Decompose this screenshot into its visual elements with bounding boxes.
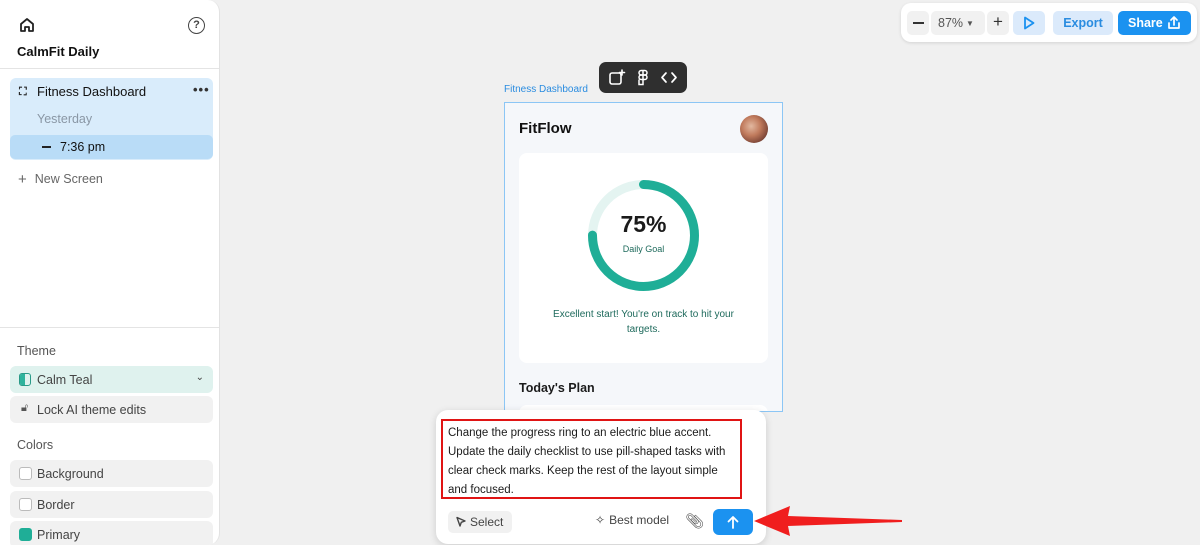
chevron-down-icon: ▼ (966, 19, 974, 28)
play-icon (1024, 16, 1035, 30)
sparkle-icon: ✧ (595, 513, 606, 527)
color-row-border[interactable]: Border (10, 491, 213, 518)
code-icon[interactable] (660, 69, 678, 86)
color-label: Border (37, 498, 75, 512)
frame-mini-toolbar (599, 62, 687, 93)
lock-theme-label: Lock AI theme edits (37, 403, 147, 417)
send-button[interactable] (713, 509, 753, 535)
color-row-background[interactable]: Background (10, 460, 213, 487)
sidebar-divider (0, 327, 219, 328)
minus-icon (913, 22, 924, 24)
preview-button[interactable] (1013, 11, 1045, 35)
paperclip-icon[interactable]: 📎︎ (685, 512, 704, 530)
new-screen-label: New Screen (34, 172, 103, 186)
theme-swatch-icon (19, 373, 31, 386)
share-button[interactable]: Share (1118, 11, 1191, 35)
daily-goal-card: 75% Daily Goal Excellent start! You're o… (519, 153, 768, 363)
top-toolbar: 87% ▼ + Export Share (901, 3, 1197, 42)
plan-title: Today's Plan (519, 381, 595, 395)
color-swatch (19, 498, 32, 511)
select-label: Select (470, 515, 504, 529)
color-row-primary[interactable]: Primary (10, 521, 213, 545)
version-time: 7:36 pm (60, 140, 106, 154)
goal-percentage: 75% (620, 211, 667, 237)
color-swatch (19, 467, 32, 480)
colors-section-label: Colors (17, 438, 54, 452)
help-icon[interactable]: ? (188, 17, 205, 34)
project-name: CalmFit Daily (17, 44, 100, 59)
screen-frame[interactable]: FitFlow 75% Daily Goal Excellent start! … (504, 102, 783, 412)
annotation-arrow-icon (754, 506, 902, 536)
theme-select[interactable]: Calm Teal ⌄ (10, 366, 213, 393)
app-title: FitFlow (519, 120, 572, 137)
upload-icon (1168, 16, 1180, 29)
theme-section-label: Theme (17, 344, 56, 358)
more-options-icon[interactable]: ••• (193, 82, 210, 97)
model-selector[interactable]: ✧ Best model (595, 513, 669, 527)
cursor-icon (456, 516, 466, 527)
dash-icon (42, 146, 51, 148)
new-screen-button[interactable]: + New Screen (18, 171, 103, 188)
model-label: Best model (609, 513, 670, 527)
screen-group-fitness-dashboard[interactable]: ⛶ Fitness Dashboard ••• Yesterday 7:36 p… (10, 78, 213, 160)
theme-selected-value: Calm Teal (37, 373, 93, 387)
home-icon[interactable] (18, 16, 36, 34)
plus-icon: + (18, 171, 27, 188)
date-group-label: Yesterday (37, 112, 93, 126)
zoom-value: 87% (938, 16, 964, 30)
goal-label: Daily Goal (622, 244, 665, 254)
prompt-box: Change the progress ring to an electric … (436, 410, 766, 544)
frame-icon: ⛶ (19, 86, 27, 98)
color-label: Background (37, 467, 104, 481)
arrow-up-icon (727, 516, 739, 529)
figma-icon[interactable] (634, 69, 652, 86)
zoom-in-button[interactable]: + (987, 11, 1009, 35)
prompt-input[interactable]: Change the progress ring to an electric … (441, 419, 742, 499)
color-swatch (19, 528, 32, 541)
chevron-down-icon: ⌄ (195, 372, 204, 383)
sidebar-divider (0, 68, 219, 69)
share-label: Share (1128, 16, 1163, 30)
sidebar: ? CalmFit Daily ⛶ Fitness Dashboard ••• … (0, 0, 220, 545)
lock-theme-toggle[interactable]: 🔓︎ Lock AI theme edits (10, 396, 213, 423)
zoom-select[interactable]: 87% ▼ (931, 11, 985, 35)
lock-icon: 🔓︎ (21, 402, 29, 414)
select-button[interactable]: Select (448, 511, 512, 533)
color-label: Primary (37, 528, 81, 542)
goal-message: Excellent start! You're on track to hit … (553, 309, 734, 335)
zoom-out-button[interactable] (907, 11, 929, 35)
screen-title: Fitness Dashboard (37, 84, 147, 99)
add-screen-icon[interactable] (608, 69, 626, 86)
version-item[interactable]: 7:36 pm (10, 135, 213, 159)
export-button[interactable]: Export (1053, 11, 1113, 35)
frame-label[interactable]: Fitness Dashboard (504, 84, 588, 95)
avatar[interactable] (740, 115, 768, 143)
